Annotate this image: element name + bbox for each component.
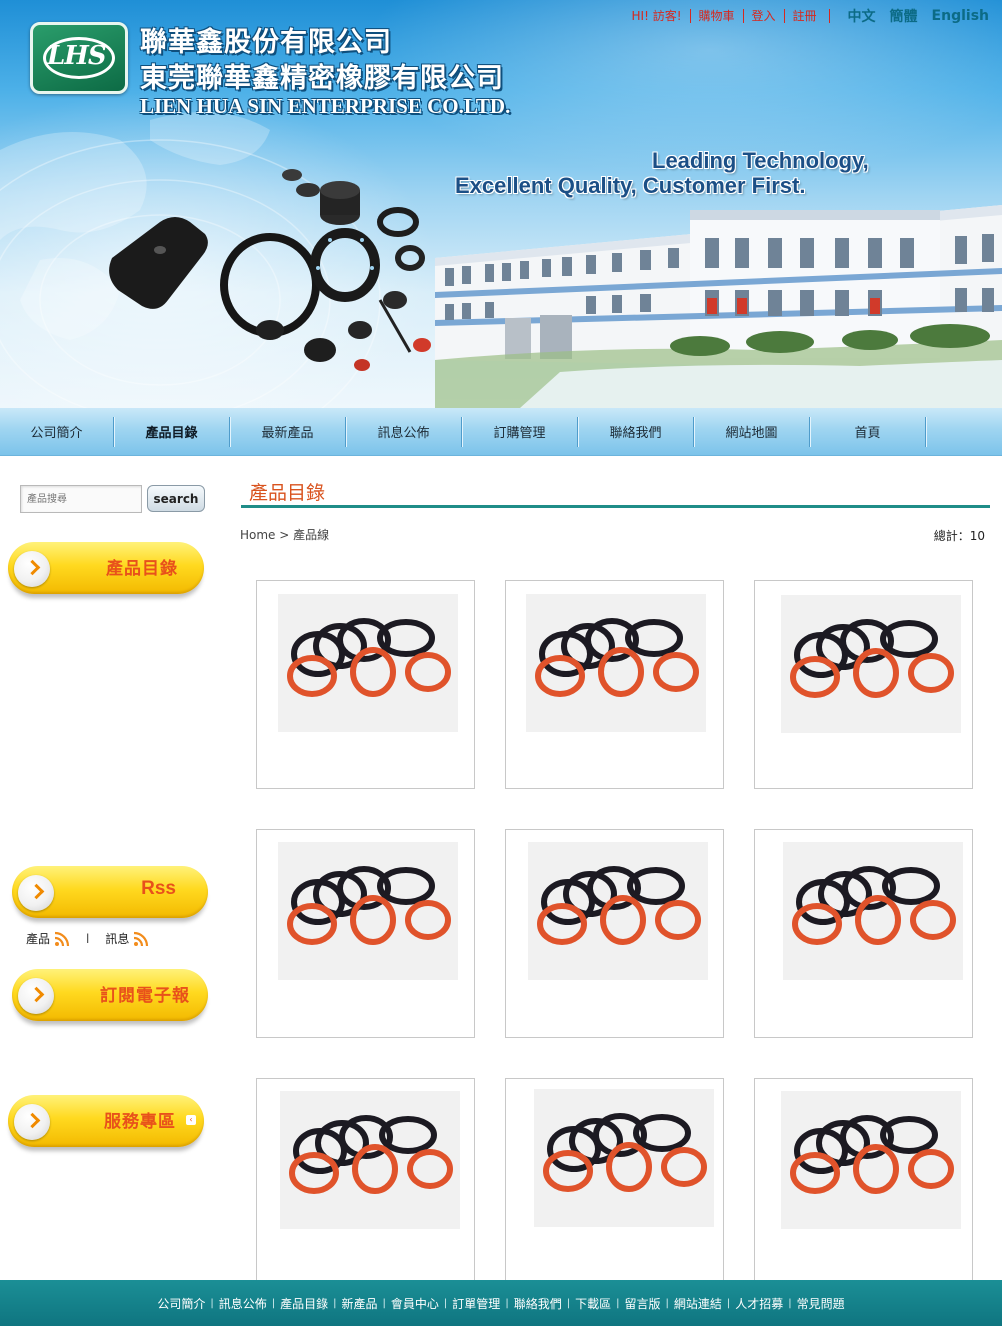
product-image[interactable] — [280, 1091, 460, 1229]
o-ring-image — [278, 594, 458, 732]
footer-link-faq[interactable]: 常見問題 — [792, 1295, 850, 1312]
total-count: 總計：10 — [933, 529, 985, 543]
product-image[interactable] — [781, 595, 961, 733]
footer-link-guestbook[interactable]: 留言版 — [619, 1295, 665, 1312]
register-link[interactable]: 註冊 — [785, 9, 825, 23]
footer-link-new-products[interactable]: 新產品 — [337, 1295, 383, 1312]
service-button-label: 服務專區 — [104, 1112, 176, 1132]
chevron-left-icon: ‹ — [186, 1115, 196, 1125]
rss-button[interactable]: Rss — [12, 866, 208, 918]
o-ring-image — [528, 842, 708, 980]
nav-home[interactable]: 首頁 — [810, 416, 926, 447]
product-card[interactable] — [754, 829, 973, 1038]
lang-english[interactable]: English — [925, 8, 996, 24]
product-card[interactable] — [505, 829, 724, 1038]
product-search-input[interactable] — [20, 485, 142, 513]
o-ring-image — [781, 595, 961, 733]
header-banner: LHS 聯華鑫股份有限公司 東莞聯華鑫精密橡膠有限公司 LIEN HUA SIN… — [0, 0, 1002, 408]
slogan-line-1: Leading Technology, — [652, 148, 869, 173]
chevron-right-icon — [14, 551, 50, 587]
nav-contact[interactable]: 聯絡我們 — [578, 416, 694, 447]
footer-link-catalog[interactable]: 產品目錄 — [275, 1295, 333, 1312]
product-card[interactable] — [754, 580, 973, 789]
nav-news[interactable]: 訊息公佈 — [346, 416, 462, 447]
slogan-line-2: Excellent Quality, Customer First. — [455, 173, 806, 198]
product-image[interactable] — [781, 1091, 961, 1229]
rss-products-link[interactable]: 產品 — [26, 930, 70, 947]
product-card[interactable] — [505, 580, 724, 789]
lang-simplified[interactable]: 簡體 — [883, 6, 925, 26]
top-links: HI! 訪客! 購物車 登入 註冊 中文 簡體 English — [624, 6, 997, 26]
main-nav: 公司簡介 產品目錄 最新產品 訊息公佈 訂購管理 聯絡我們 網站地圖 首頁 — [0, 408, 1002, 456]
footer-link-member[interactable]: 會員中心 — [386, 1295, 444, 1312]
rss-news-link[interactable]: 訊息 — [105, 930, 149, 947]
product-image[interactable] — [528, 842, 708, 980]
breadcrumb[interactable]: Home > 產品線 — [240, 526, 329, 543]
product-image[interactable] — [534, 1089, 714, 1227]
nav-orders[interactable]: 訂購管理 — [462, 416, 578, 447]
nav-sitemap[interactable]: 網站地圖 — [694, 416, 810, 447]
catalog-button-label: 產品目錄 — [106, 559, 178, 579]
footer-link-careers[interactable]: 人才招募 — [730, 1295, 788, 1312]
product-image[interactable] — [783, 842, 963, 980]
company-logo[interactable]: LHS — [30, 22, 128, 94]
footer-link-downloads[interactable]: 下載區 — [570, 1295, 616, 1312]
cart-link[interactable]: 購物車 — [691, 9, 744, 23]
newsletter-button-label: 訂閱電子報 — [100, 986, 190, 1006]
product-card[interactable] — [256, 829, 475, 1038]
footer-link-news[interactable]: 訊息公佈 — [214, 1295, 272, 1312]
title-divider — [241, 505, 990, 508]
rss-icon — [134, 931, 149, 946]
rss-news-label: 訊息 — [105, 932, 130, 946]
chevron-right-icon — [14, 1104, 50, 1140]
nav-new-products[interactable]: 最新產品 — [230, 416, 346, 447]
product-card[interactable] — [754, 1078, 973, 1287]
login-link[interactable]: 登入 — [744, 9, 785, 23]
logo-mark: LHS — [47, 41, 107, 71]
product-card[interactable] — [256, 1078, 475, 1287]
lang-traditional[interactable]: 中文 — [841, 6, 883, 26]
footer-link-weblinks[interactable]: 網站連結 — [669, 1295, 727, 1312]
nav-catalog[interactable]: 產品目錄 — [114, 416, 230, 447]
nav-about[interactable]: 公司簡介 — [0, 416, 114, 447]
product-card[interactable] — [256, 580, 475, 789]
rss-icon — [54, 931, 70, 946]
footer-links: 公司簡介 | 訊息公佈 | 產品目錄 | 新產品 | 會員中心 | 訂單管理 | 聯絡我們 |… — [0, 1280, 1002, 1326]
o-ring-image — [534, 1089, 714, 1227]
o-ring-image — [278, 842, 458, 980]
company-name-zh-dongguan: 東莞聯華鑫精密橡膠有限公司 — [140, 63, 504, 94]
o-ring-image — [781, 1091, 961, 1229]
footer-link-contact[interactable]: 聯絡我們 — [509, 1295, 567, 1312]
o-ring-image — [783, 842, 963, 980]
company-name-zh: 聯華鑫股份有限公司 — [140, 27, 392, 58]
service-button[interactable]: 服務專區 ‹ — [8, 1095, 204, 1147]
product-image[interactable] — [278, 594, 458, 732]
greeting-link[interactable]: HI! 訪客! — [624, 9, 691, 23]
newsletter-button[interactable]: 訂閱電子報 — [12, 969, 208, 1021]
page: LHS 聯華鑫股份有限公司 東莞聯華鑫精密橡膠有限公司 LIEN HUA SIN… — [0, 0, 1002, 1326]
product-image[interactable] — [278, 842, 458, 980]
chevron-right-icon — [18, 978, 54, 1014]
divider — [828, 9, 841, 23]
rss-button-label: Rss — [141, 878, 176, 899]
catalog-button[interactable]: 產品目錄 — [8, 542, 204, 594]
search-button[interactable]: search — [147, 485, 205, 512]
o-ring-image — [280, 1091, 460, 1229]
rss-links: 產品 l 訊息 — [26, 930, 149, 947]
section-title: 產品目錄 — [249, 482, 326, 504]
footer-link-orders[interactable]: 訂單管理 — [447, 1295, 505, 1312]
chevron-right-icon — [18, 875, 54, 911]
footer-link-about[interactable]: 公司簡介 — [152, 1295, 210, 1312]
product-image[interactable] — [526, 594, 706, 732]
company-name-en: LIEN HUA SIN ENTERPRISE CO.LTD. — [140, 94, 511, 118]
o-ring-image — [526, 594, 706, 732]
rss-products-label: 產品 — [26, 932, 51, 946]
rss-separator: l — [86, 931, 90, 946]
product-card[interactable] — [505, 1078, 724, 1287]
